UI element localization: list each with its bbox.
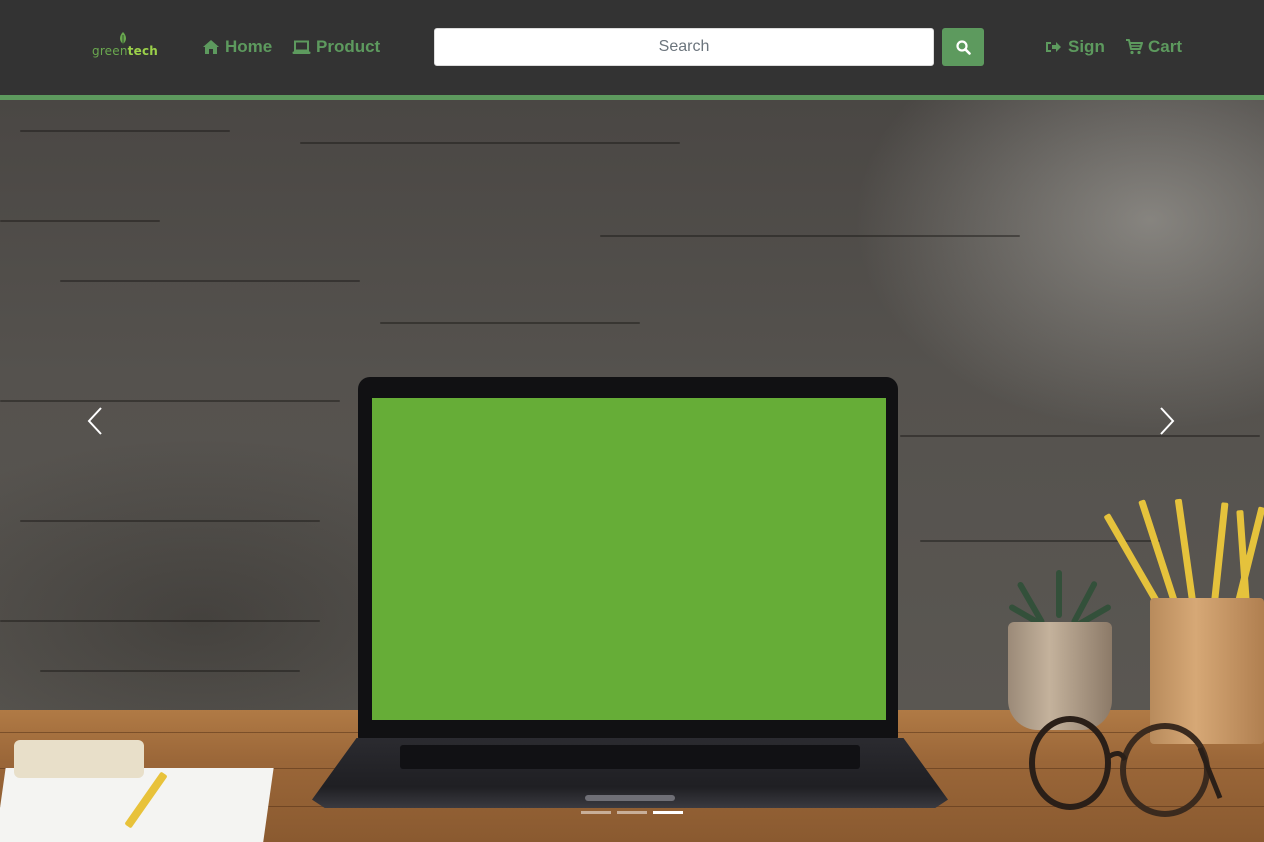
wall-texture-line — [900, 435, 1260, 437]
nav-home-link[interactable]: Home — [202, 36, 272, 58]
wall-texture-line — [60, 280, 360, 282]
laptop-screen — [372, 398, 886, 720]
carousel-prev-button[interactable] — [80, 403, 110, 439]
brand-logo[interactable]: greentech — [92, 32, 158, 60]
logo-text-green: green — [92, 44, 128, 58]
chevron-left-icon — [87, 407, 102, 435]
cart-icon — [1126, 39, 1143, 55]
carousel-indicator-active[interactable] — [653, 811, 683, 814]
nav-cart-link[interactable]: Cart — [1125, 36, 1182, 58]
home-icon — [203, 40, 219, 54]
search-input[interactable] — [434, 28, 934, 66]
laptop-notch — [585, 795, 675, 801]
hero-carousel — [0, 100, 1264, 842]
wall-texture-line — [40, 670, 300, 672]
plant-leaf — [1056, 570, 1062, 618]
logo-text: greentech — [92, 44, 158, 58]
carousel-indicator[interactable] — [617, 811, 647, 814]
nav-sign-link[interactable]: Sign — [1045, 36, 1105, 58]
nav-product-link[interactable]: Product — [292, 36, 380, 58]
carousel-indicators — [581, 811, 683, 814]
wall-texture-line — [20, 130, 230, 132]
eyeglasses — [1029, 716, 1223, 817]
wall-texture-line — [300, 142, 680, 144]
laptop-keyboard — [400, 745, 860, 769]
search-icon — [955, 39, 971, 55]
logo-text-tech: tech — [127, 44, 159, 58]
clipboard-clip — [14, 740, 144, 778]
laptop-icon — [292, 40, 311, 54]
chevron-right-icon — [1160, 407, 1175, 435]
carousel-next-button[interactable] — [1152, 403, 1182, 439]
wall-texture-line — [0, 220, 160, 222]
wall-texture-line — [0, 620, 320, 622]
search-button[interactable] — [942, 28, 984, 66]
wall-texture-line — [600, 235, 1020, 237]
carousel-indicator[interactable] — [581, 811, 611, 814]
nav-product-label: Product — [316, 37, 381, 56]
nav-home-label: Home — [225, 37, 273, 56]
wall-texture-line — [20, 520, 320, 522]
navbar: greentech Home Product Sign — [0, 0, 1264, 95]
wall-texture-line — [0, 400, 340, 402]
nav-cart-label: Cart — [1148, 37, 1183, 56]
nav-sign-label: Sign — [1068, 37, 1105, 56]
wall-texture-line — [380, 322, 640, 324]
sign-in-icon — [1046, 42, 1061, 52]
